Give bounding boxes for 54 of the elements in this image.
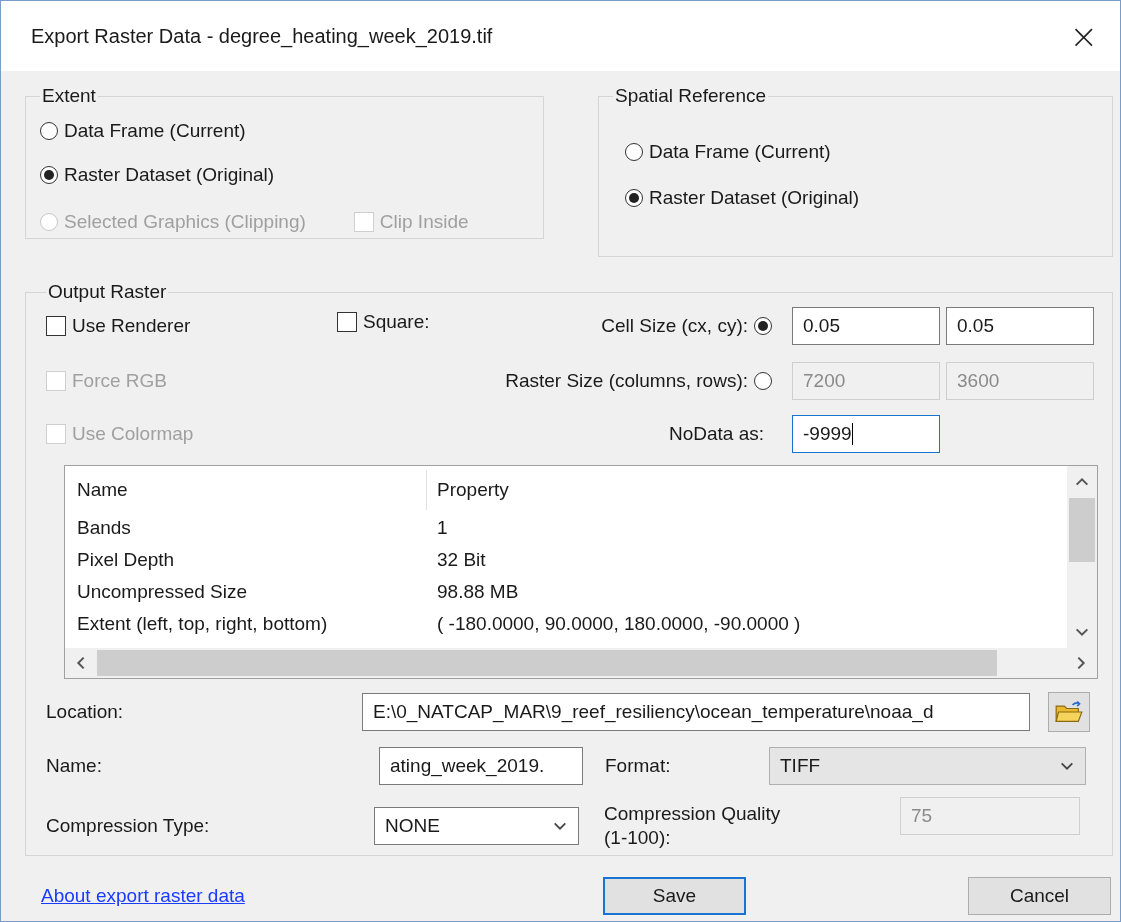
format-dropdown[interactable]: TIFF [769, 747, 1086, 785]
table-cell-text: 98.88 MB [437, 581, 520, 603]
input-field[interactable]: 0.05 [946, 307, 1094, 345]
radio-label: Data Frame (Current) [64, 120, 246, 142]
input-field[interactable]: 0.05 [792, 307, 940, 345]
radio-button[interactable] [754, 317, 772, 335]
column-header[interactable]: Property [437, 479, 1067, 501]
field-label: Format: [605, 755, 672, 777]
option-label: Cell Size (cx, cy): [600, 315, 748, 337]
vertical-scrollbar[interactable] [1067, 466, 1097, 648]
checkbox-label: Force RGB [72, 370, 168, 392]
input-field[interactable]: E:\0_NATCAP_MAR\9_reef_resiliency\ocean_temperature\noaa_d [362, 693, 1030, 731]
field-label: NoData as: [667, 423, 765, 445]
radio-button[interactable] [40, 166, 58, 184]
table-cell-text: 32 Bit [437, 549, 487, 571]
horizontal-scrollbar[interactable] [65, 648, 1097, 678]
checkbox[interactable] [337, 312, 357, 332]
table-cell-text: 1 [437, 517, 449, 539]
cancel-button[interactable]: Cancel [968, 877, 1111, 915]
table-cell-text: ( -180.0000, 90.0000, 180.0000, -90.0000 ) [437, 613, 802, 635]
radio-label: Selected Graphics (Clipping) [64, 211, 306, 233]
column-header[interactable]: Name [77, 470, 427, 510]
input-field[interactable]: ating_week_2019. [379, 747, 583, 785]
checkbox-label: Use Colormap [72, 423, 194, 445]
field-label: Location: [46, 701, 125, 723]
group-label: Output Raster [47, 281, 168, 303]
option-label: Raster Size (columns, rows): [504, 370, 748, 392]
group-label: Spatial Reference [614, 85, 768, 107]
radio-button[interactable] [625, 189, 643, 207]
field-label: Name: [46, 755, 103, 777]
window-title: Export Raster Data - degree_heating_week_2019.tif [31, 24, 494, 48]
compression-dropdown[interactable]: NONE [374, 807, 579, 845]
checkbox-label: Square: [363, 311, 430, 333]
radio-label: Raster Dataset (Original) [64, 164, 275, 186]
close-button[interactable]: × [1063, 16, 1104, 56]
checkbox-label: Clip Inside [379, 211, 469, 233]
help-link[interactable]: About export raster data [41, 885, 245, 907]
table-cell-text: Pixel Depth [77, 549, 176, 571]
radio-label: Data Frame (Current) [649, 141, 831, 163]
table-cell-text: Extent (left, top, right, bottom) [77, 613, 329, 635]
radio-button[interactable] [625, 143, 643, 161]
table-cell-text: Bands [77, 517, 132, 539]
folder-icon [1055, 700, 1083, 724]
input-field[interactable]: -9999 [792, 415, 940, 453]
group-label: Extent [41, 85, 97, 107]
radio-button[interactable] [40, 122, 58, 140]
save-button[interactable]: Save [603, 877, 746, 915]
browse-button[interactable] [1048, 692, 1090, 732]
checkbox-label: Use Renderer [72, 315, 191, 337]
field-label: Compression Quality (1-100): [604, 802, 782, 850]
checkbox[interactable] [46, 316, 66, 336]
field-label: Compression Type: [46, 815, 211, 837]
radio-label: Raster Dataset (Original) [649, 187, 860, 209]
table-cell-text: Uncompressed Size [77, 581, 249, 603]
